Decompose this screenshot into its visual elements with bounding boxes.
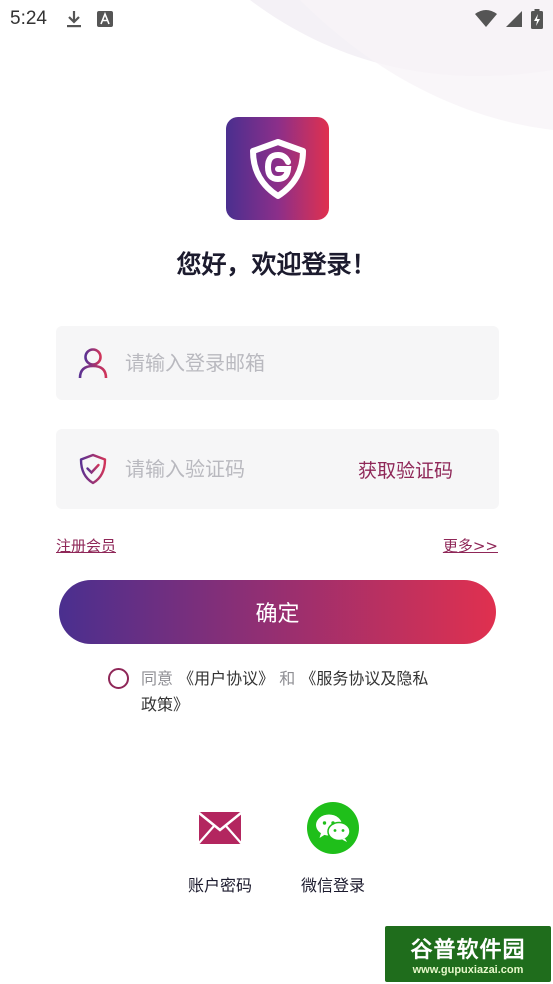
envelope-icon xyxy=(192,800,248,856)
font-a-icon xyxy=(96,11,113,27)
watermark-url: www.gupuxiazai.com xyxy=(412,964,524,976)
register-link[interactable]: 注册会员 xyxy=(56,535,116,556)
user-agreement-link[interactable]: 《用户协议》 xyxy=(178,669,274,688)
email-field[interactable] xyxy=(56,326,499,400)
agree-prefix: 同意 xyxy=(141,669,174,688)
get-code-button[interactable]: 获取验证码 xyxy=(358,456,453,483)
agreement-row: 同意 《用户协议》 和 《服务协议及隐私政策》 xyxy=(108,666,448,718)
wechat-login-label: 微信登录 xyxy=(300,876,365,895)
signal-icon xyxy=(506,11,522,27)
status-time: 5:24 xyxy=(10,8,47,29)
account-password-login[interactable]: 账户密码 xyxy=(170,800,270,896)
wechat-login[interactable]: 微信登录 xyxy=(283,800,383,896)
wifi-icon xyxy=(475,10,497,27)
more-link[interactable]: 更多>> xyxy=(443,535,498,556)
battery-icon xyxy=(531,9,543,29)
status-bar: 5:24 xyxy=(0,0,553,38)
code-input[interactable] xyxy=(125,457,335,481)
agree-radio[interactable] xyxy=(108,668,129,689)
email-input[interactable] xyxy=(125,351,335,375)
page-title: 您好，欢迎登录！ xyxy=(176,250,377,279)
account-password-label: 账户密码 xyxy=(187,876,252,895)
watermark-title: 谷普软件园 xyxy=(410,938,526,963)
agree-and: 和 xyxy=(279,669,296,688)
app-logo xyxy=(226,117,329,220)
confirm-button[interactable]: 确定 xyxy=(59,580,496,644)
user-icon xyxy=(78,348,108,379)
code-field[interactable]: 获取验证码 xyxy=(56,429,499,509)
watermark-logo: 谷普软件园 www.gupuxiazai.com xyxy=(385,926,551,982)
shield-g-logo-icon xyxy=(249,138,306,199)
agreement-text: 同意 《用户协议》 和 《服务协议及隐私政策》 xyxy=(141,666,441,718)
shield-check-icon xyxy=(78,453,108,485)
download-icon xyxy=(66,11,81,28)
wechat-icon xyxy=(305,800,361,856)
